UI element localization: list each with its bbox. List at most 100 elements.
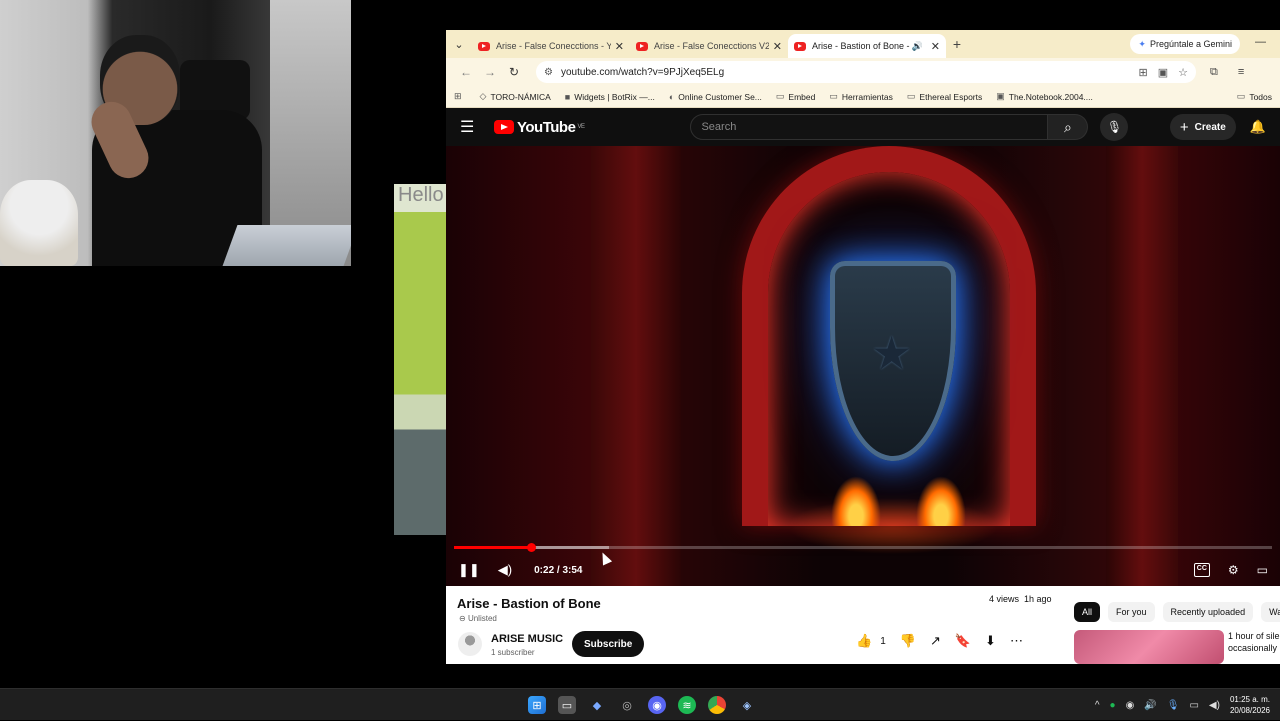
bookmark-item[interactable]: ◐ Online Customer Se...: [669, 92, 762, 102]
time-display: 0:22 / 3:54: [534, 564, 583, 576]
browser-window: ⌄ Arise - False Conecctions - YouT ✕ Ari…: [446, 30, 1280, 664]
chip-recently-uploaded[interactable]: Recently uploaded: [1162, 602, 1254, 622]
streaming-app-icon[interactable]: ◆: [588, 696, 606, 714]
apps-icon[interactable]: ⊞: [454, 91, 466, 102]
reload-icon[interactable]: ↻: [502, 65, 526, 79]
captions-icon[interactable]: CC: [1193, 563, 1210, 577]
bookmark-folder[interactable]: ▭ Herramientas: [829, 91, 893, 102]
bookmark-item[interactable]: ▣ The.Notebook.2004....: [996, 91, 1093, 102]
thumbs-up-icon: 👍: [856, 633, 873, 648]
microphone-tray-icon[interactable]: 🎙: [1167, 700, 1180, 711]
share-icon[interactable]: ↗: [930, 633, 941, 649]
hamburger-menu-icon[interactable]: ☰: [460, 117, 482, 137]
recommendation-thumbnail[interactable]: [1074, 630, 1224, 664]
url-text: youtube.com/watch?v=9PJjXeq5ELg: [560, 66, 725, 78]
channel-avatar[interactable]: [458, 632, 482, 656]
network-icon[interactable]: ▭: [1189, 700, 1198, 711]
bookmark-star-icon[interactable]: ☆: [1178, 66, 1188, 79]
tab-false-conecctions-v2[interactable]: Arise - False Conecctions V2 - Y ✕: [630, 34, 788, 58]
site-info-icon[interactable]: ⚙: [544, 67, 553, 78]
menu-icon[interactable]: ≡: [1238, 66, 1244, 79]
background-window[interactable]: Hello: [394, 184, 454, 535]
folder-icon: ▭: [775, 91, 785, 101]
chip-for-you[interactable]: For you: [1108, 602, 1155, 622]
tab-strip: ⌄ Arise - False Conecctions - YouT ✕ Ari…: [446, 30, 1280, 58]
chrome-icon[interactable]: [708, 696, 726, 714]
video-actions: 👍 1 👎 ↗ 🔖 ⬇ ⋯: [856, 633, 1023, 649]
bookmark-item[interactable]: ■ Widgets | BotRix —...: [565, 92, 655, 102]
pause-icon[interactable]: ❚❚: [458, 562, 480, 578]
windows-start-icon[interactable]: ⊞: [528, 696, 546, 714]
spotify-tray-icon[interactable]: ●: [1110, 700, 1116, 711]
forward-icon[interactable]: →: [478, 65, 502, 79]
spotify-icon[interactable]: ≋: [678, 696, 696, 714]
chip-all[interactable]: All: [1074, 602, 1101, 622]
minimize-button[interactable]: —: [1255, 36, 1266, 48]
discord-tray-icon[interactable]: ◉: [1126, 700, 1135, 711]
speaker-icon[interactable]: 🔊: [912, 41, 923, 52]
video-info: Arise - Bastion of Bone ⊖ Unlisted 4 vie…: [446, 586, 1280, 664]
webcam-overlay: [0, 0, 351, 266]
cast-icon[interactable]: ▣: [1158, 66, 1168, 79]
clock[interactable]: 01:25 a. m. 20/08/2026: [1230, 694, 1270, 716]
microphone-icon[interactable]: 🎙: [1100, 113, 1129, 141]
desktop: Hello ⌄ Arise - False Conecctions - YouT…: [0, 0, 1280, 688]
all-bookmarks-folder[interactable]: ▭ Todos: [1237, 91, 1272, 102]
folder-icon: ▭: [829, 91, 838, 101]
youtube-favicon-icon: [794, 41, 806, 51]
download-icon[interactable]: ⬇: [985, 633, 996, 649]
back-icon[interactable]: ←: [454, 65, 478, 79]
steam-icon[interactable]: ◈: [738, 696, 756, 714]
bookmark-folder[interactable]: ▭ Embed: [776, 91, 815, 102]
extensions-icon[interactable]: ⧉: [1210, 66, 1218, 79]
chevron-up-icon[interactable]: ^: [1095, 700, 1100, 711]
close-tab-icon[interactable]: ✕: [615, 40, 624, 53]
visibility-badge: ⊖ Unlisted: [459, 614, 497, 623]
cat-figure: [0, 180, 78, 266]
bookmark-folder[interactable]: ▭ Ethereal Esports: [907, 91, 982, 102]
create-button[interactable]: + Create: [1169, 114, 1236, 140]
notifications-bell-icon[interactable]: 🔔: [1250, 119, 1266, 135]
like-button[interactable]: 👍 1: [856, 633, 886, 649]
search-icon[interactable]: ⌕: [1048, 114, 1089, 140]
search-input[interactable]: Search: [690, 114, 1049, 140]
gemini-icon: ✦: [1138, 38, 1146, 49]
recommendation-title[interactable]: 1 hour of sile occasionally: [1228, 630, 1280, 654]
discord-icon[interactable]: ◉: [648, 696, 666, 714]
theater-mode-icon[interactable]: ▭: [1257, 563, 1268, 577]
close-tab-icon[interactable]: ✕: [773, 40, 782, 53]
settings-gear-icon[interactable]: ⚙: [1228, 563, 1239, 577]
progress-bar[interactable]: [454, 543, 1272, 552]
translate-icon[interactable]: ⊞: [1139, 66, 1148, 79]
video-meta: 4 views 1h ago: [989, 594, 1052, 604]
close-tab-icon[interactable]: ✕: [931, 40, 940, 53]
youtube-favicon-icon: [478, 41, 490, 51]
taskbar: ⊞ ▭ ◆ ◎ ◉ ≋ ◈ ^ ● ◉ 🔊 🎙 ▭ ◀) 01:25 a. m.…: [0, 688, 1280, 720]
gemini-button[interactable]: ✦ Pregúntale a Gemini: [1130, 34, 1240, 54]
bookmark-item[interactable]: ◇ TORO-NÁMICA: [480, 91, 551, 102]
save-bookmark-icon[interactable]: 🔖: [955, 633, 971, 649]
star-icon: ★: [871, 327, 913, 379]
subscribe-button[interactable]: Subscribe: [572, 631, 645, 657]
tab-bastion-of-bone[interactable]: Arise - Bastion of Bone - Yo 🔊 ✕: [788, 34, 946, 58]
obs-icon[interactable]: ◎: [618, 696, 636, 714]
volume-icon[interactable]: ◀): [498, 562, 512, 578]
file-explorer-icon[interactable]: ▭: [558, 696, 576, 714]
video-frame: ★: [446, 146, 1280, 586]
chip-watched[interactable]: Wa: [1261, 602, 1280, 622]
new-tab-button[interactable]: +: [946, 36, 968, 52]
video-player[interactable]: ★ ❚❚ ◀) 0:22 / 3:54 CC ⚙ ▭: [446, 146, 1280, 586]
progress-scrubber[interactable]: [526, 543, 536, 552]
tab-false-conecctions[interactable]: Arise - False Conecctions - YouT ✕: [472, 34, 630, 58]
player-controls: ❚❚ ◀) 0:22 / 3:54 CC ⚙ ▭: [446, 556, 1280, 584]
address-bar[interactable]: ⚙ youtube.com/watch?v=9PJjXeq5ELg ⊞ ▣ ☆: [536, 61, 1196, 83]
thumbs-down-icon[interactable]: 👎: [900, 633, 916, 649]
youtube-logo[interactable]: YouTube VE: [494, 119, 585, 136]
background-window-text: Hello: [398, 184, 444, 206]
more-options-icon[interactable]: ⋯: [1010, 633, 1023, 649]
tab-search-icon[interactable]: ⌄: [446, 30, 472, 58]
channel-name[interactable]: ARISE MUSIC: [491, 633, 563, 645]
speaker-tray-icon[interactable]: ◀): [1209, 700, 1220, 711]
subscriber-count: 1 subscriber: [491, 648, 535, 657]
volume-tray-icon[interactable]: 🔊: [1144, 700, 1156, 711]
